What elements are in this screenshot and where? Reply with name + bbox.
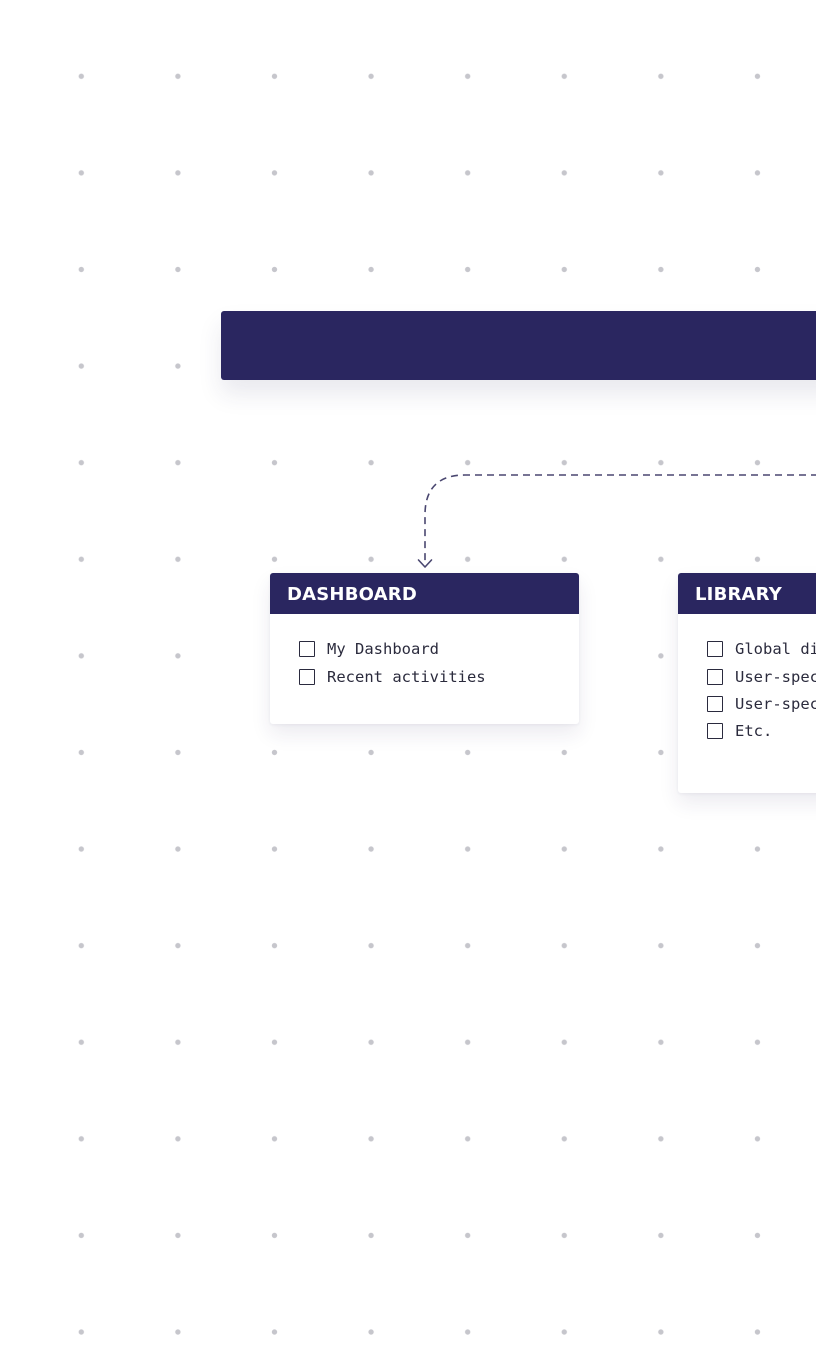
connector-dashed-line	[424, 474, 816, 565]
dashboard-card-title: DASHBOARD	[270, 573, 579, 614]
dashboard-item-list: My Dashboard Recent activities	[270, 614, 579, 694]
item-label: Recent activities	[327, 667, 486, 686]
arrowhead-icon	[417, 559, 433, 568]
library-card: LIBRARY Global di User-spec User-spec Et…	[678, 573, 816, 793]
item-label: User-spec	[735, 667, 816, 686]
checkbox-icon[interactable]	[707, 723, 723, 740]
library-card-title: LIBRARY	[678, 573, 816, 614]
checkbox-icon[interactable]	[299, 668, 315, 685]
checkbox-icon[interactable]	[707, 668, 723, 685]
checkbox-icon[interactable]	[299, 641, 315, 658]
list-item[interactable]: Recent activities	[299, 659, 579, 693]
item-label: My Dashboard	[327, 640, 439, 659]
item-label: Global di	[735, 640, 816, 659]
checkbox-icon[interactable]	[707, 695, 723, 712]
list-item[interactable]: Etc.	[707, 714, 816, 748]
dashboard-card: DASHBOARD My Dashboard Recent activities	[270, 573, 579, 724]
library-item-list: Global di User-spec User-spec Etc.	[678, 614, 816, 749]
item-label: Etc.	[735, 722, 773, 741]
item-label: User-spec	[735, 694, 816, 713]
checkbox-icon[interactable]	[707, 641, 723, 658]
diagram-canvas: DASHBOARD My Dashboard Recent activities…	[0, 0, 816, 1352]
